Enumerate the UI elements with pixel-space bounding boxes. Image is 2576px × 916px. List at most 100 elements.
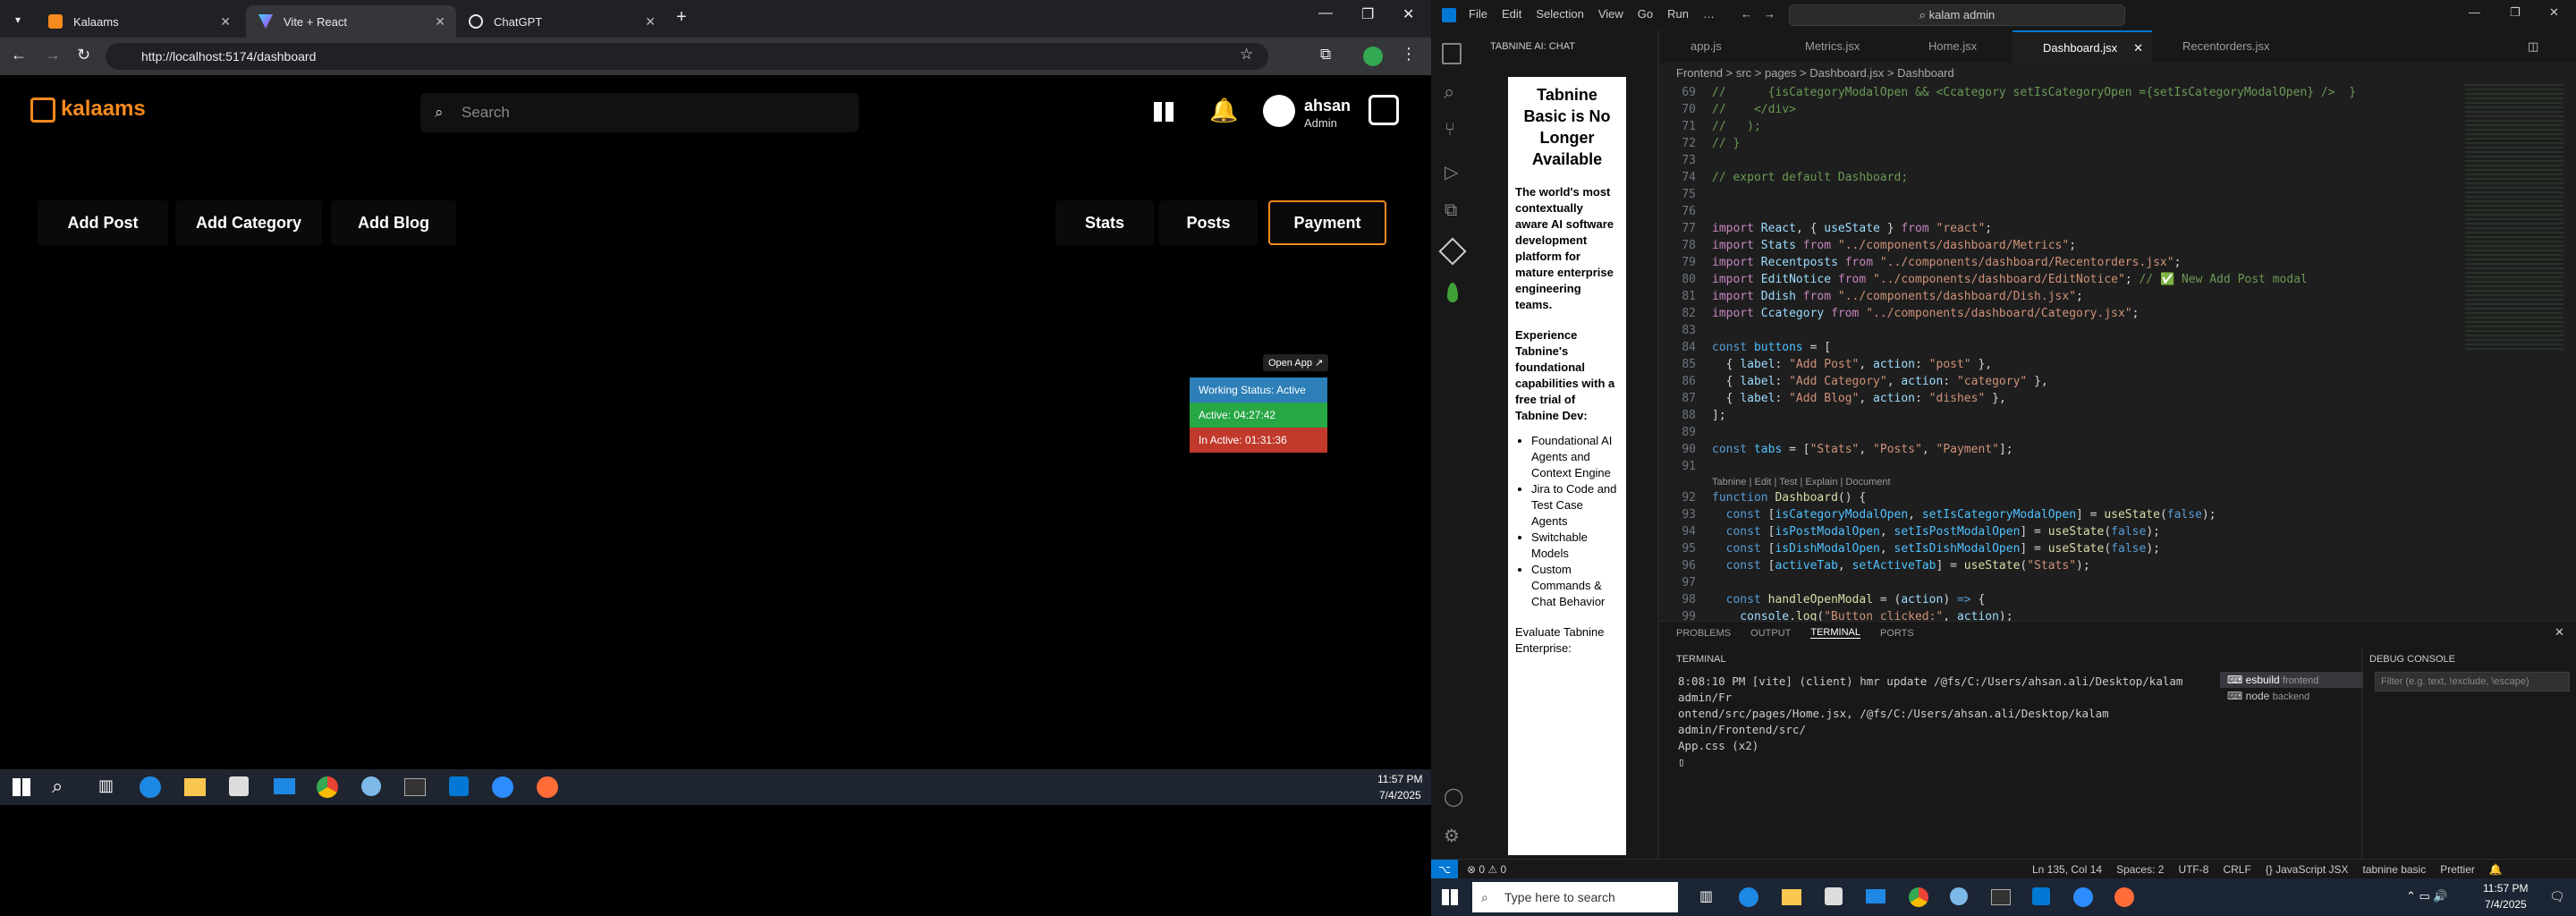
indentation[interactable]: Spaces: 2 [2116, 860, 2164, 879]
terminal-item-node[interactable]: ⌨ node backend [2220, 688, 2363, 704]
minimap[interactable] [2465, 84, 2563, 352]
logout-icon[interactable] [1368, 95, 1399, 125]
tab-search-button[interactable]: ▾ [7, 9, 29, 30]
windows-start-icon[interactable] [1442, 889, 1458, 905]
kalaams-logo[interactable]: kalaams [30, 97, 146, 123]
split-editor-icon[interactable]: ◫ [2528, 39, 2538, 54]
prettier-status[interactable]: Prettier [2440, 860, 2475, 879]
gear-icon[interactable]: ⚙ [1444, 825, 1460, 847]
extensions-icon[interactable]: ⧉ [1320, 46, 1331, 64]
user-avatar[interactable] [1263, 95, 1295, 127]
reload-icon[interactable]: ↻ [77, 46, 90, 64]
task-view-icon[interactable]: ▥ [1699, 887, 1713, 905]
browser-tab[interactable]: ChatGPT ✕ [456, 5, 666, 38]
profile-avatar[interactable] [1363, 47, 1383, 66]
tab-stats[interactable]: Stats [1055, 200, 1154, 245]
new-tab-button[interactable]: + [676, 7, 687, 28]
bookmark-star-icon[interactable]: ☆ [1240, 46, 1253, 64]
search-input[interactable]: ⌕ Search [420, 93, 859, 132]
add-category-button[interactable]: Add Category [175, 200, 322, 245]
notification-icon[interactable]: 🗨 [2549, 889, 2565, 904]
minimize-button[interactable]: — [1318, 5, 1333, 21]
maximize-button[interactable]: ❐ [1361, 5, 1374, 23]
extensions-icon[interactable]: ⧉ [1445, 200, 1457, 221]
windows-start-icon[interactable] [13, 778, 30, 796]
problems-count[interactable]: ⊗ 0 ⚠ 0 [1467, 860, 1506, 879]
task-view-icon[interactable]: ▥ [98, 776, 114, 795]
tab-payment[interactable]: Payment [1268, 200, 1386, 245]
postman-icon[interactable] [537, 776, 558, 798]
menu-file[interactable]: File [1469, 7, 1487, 21]
vscode-icon[interactable] [2032, 887, 2050, 905]
browser-tab[interactable]: Vite + React ✕ [246, 5, 456, 38]
panel-tab-problems[interactable]: PROBLEMS [1676, 628, 1731, 639]
remote-indicator[interactable]: ⌥ [1431, 860, 1458, 879]
run-debug-icon[interactable]: ▷ [1445, 161, 1458, 183]
chrome-menu-icon[interactable]: ⋮ [1401, 45, 1417, 64]
tab-home-jsx[interactable]: Home.jsx [1898, 30, 2012, 63]
maximize-button[interactable]: ❐ [2510, 5, 2521, 20]
taskbar-search-input[interactable]: ⌕ Type here to search [1472, 882, 1678, 912]
file-explorer-icon[interactable] [1782, 889, 1801, 905]
chrome-icon[interactable] [317, 776, 338, 798]
language-mode[interactable]: {} JavaScript JSX [2266, 860, 2349, 879]
tab-recentorders-jsx[interactable]: Recentorders.jsx [2152, 30, 2304, 63]
close-icon[interactable]: ✕ [2133, 32, 2143, 64]
encoding[interactable]: UTF-8 [2178, 860, 2208, 879]
edge-icon[interactable] [1739, 887, 1758, 907]
panel-close-icon[interactable]: ✕ [2555, 625, 2564, 640]
close-window-button[interactable]: ✕ [1402, 5, 1414, 23]
store-icon[interactable] [229, 776, 249, 796]
postman-icon[interactable] [2114, 887, 2134, 907]
line-ending[interactable]: CRLF [2223, 860, 2250, 879]
bell-icon[interactable]: 🔔 [2489, 860, 2503, 879]
url-input[interactable]: http://localhost:5174/dashboard [106, 43, 1268, 70]
tab-posts[interactable]: Posts [1159, 200, 1258, 245]
tab-metrics-jsx[interactable]: Metrics.jsx [1775, 30, 1898, 63]
code-editor[interactable]: 69// {isCategoryModalOpen && <Ccategory … [1660, 84, 2465, 621]
edge-icon[interactable] [140, 776, 161, 798]
tabnine-icon[interactable] [1438, 237, 1467, 266]
tabnine-status[interactable]: tabnine basic [2363, 860, 2427, 879]
chrome-icon[interactable] [1909, 887, 1928, 907]
forward-icon[interactable]: → [1764, 7, 1775, 21]
terminal-icon[interactable] [1991, 889, 2011, 905]
app-icon[interactable] [1950, 887, 1968, 905]
vscode-icon[interactable] [449, 776, 469, 796]
minimize-button[interactable]: — [2469, 5, 2480, 19]
menu-run[interactable]: Run [1667, 7, 1689, 21]
apps-grid-icon[interactable] [1154, 102, 1174, 122]
mail-icon[interactable] [274, 778, 295, 794]
forward-icon[interactable]: → [45, 46, 61, 64]
terminal-output[interactable]: 8:08:10 PM [vite] (client) hmr update /@… [1678, 674, 2215, 770]
terminal-icon[interactable] [404, 778, 426, 796]
menu-selection[interactable]: Selection [1536, 7, 1583, 21]
menu-go[interactable]: Go [1638, 7, 1653, 21]
mongodb-icon[interactable] [1447, 283, 1458, 302]
system-tray-icons[interactable]: ⌃ ▭ 🔊 [2406, 889, 2448, 903]
panel-tab-terminal[interactable]: TERMINAL [1810, 627, 1860, 639]
panel-tab-ports[interactable]: PORTS [1880, 628, 1914, 639]
menu-edit[interactable]: Edit [1502, 7, 1521, 21]
open-app-link[interactable]: Open App ↗ [1263, 354, 1329, 371]
app-icon[interactable] [361, 776, 381, 796]
browser-tab[interactable]: Kalaams ✕ [36, 5, 242, 38]
search-icon[interactable]: ⌕ [52, 775, 63, 798]
menu-view[interactable]: View [1598, 7, 1623, 21]
cursor-position[interactable]: Ln 135, Col 14 [2032, 860, 2102, 879]
close-icon[interactable]: ✕ [220, 14, 231, 30]
menu-more[interactable]: … [1703, 7, 1715, 21]
search-icon[interactable]: ⌕ [1444, 81, 1454, 104]
close-icon[interactable]: ✕ [435, 14, 445, 30]
tab-dashboard-jsx[interactable]: Dashboard.jsx ✕ [2012, 30, 2152, 63]
back-icon[interactable]: ← [1741, 7, 1752, 21]
bell-icon[interactable]: 🔔 [1209, 97, 1238, 124]
back-icon[interactable]: ← [11, 46, 27, 64]
command-center-search[interactable]: ⌕ kalam admin [1789, 4, 2125, 26]
close-icon[interactable]: ✕ [645, 14, 656, 30]
debug-filter-input[interactable]: Filter (e.g. text, !exclude, \escape) [2375, 672, 2570, 691]
store-icon[interactable] [1825, 887, 1843, 905]
file-explorer-icon[interactable] [184, 778, 206, 796]
close-window-button[interactable]: ✕ [2549, 5, 2559, 20]
add-blog-button[interactable]: Add Blog [331, 200, 456, 245]
